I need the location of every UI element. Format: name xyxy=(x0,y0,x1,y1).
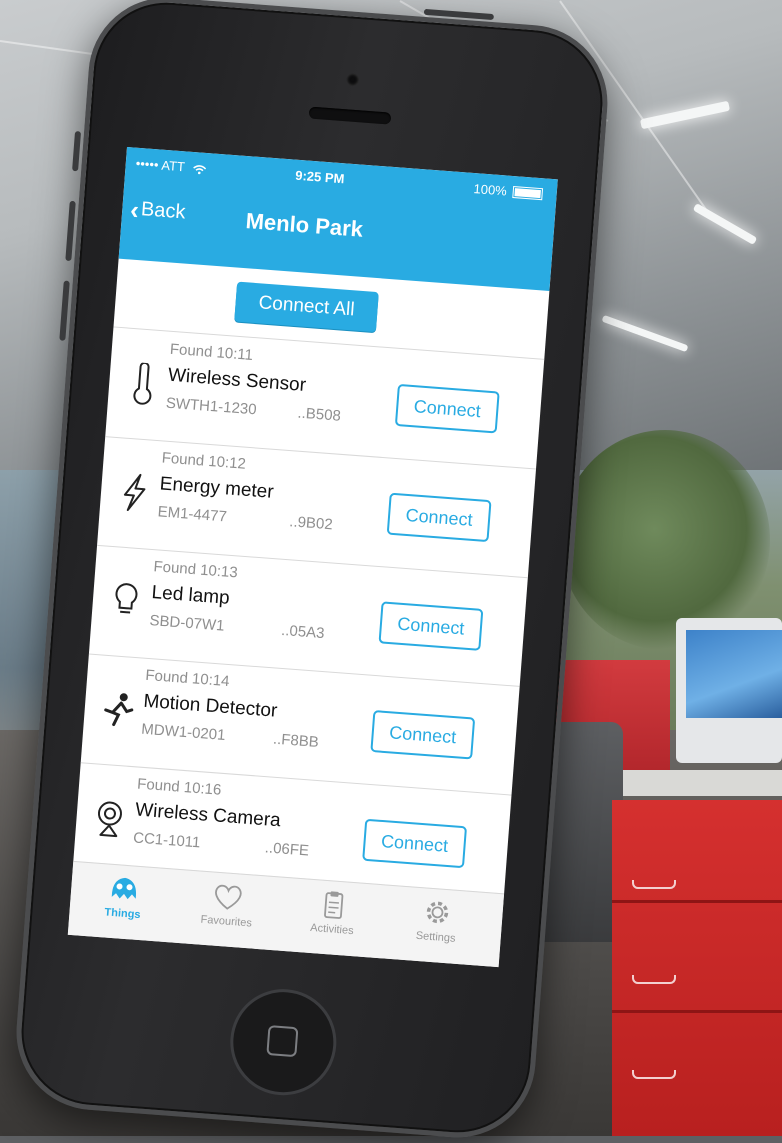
found-time: Found 10:16 xyxy=(136,775,222,799)
tab-label: Settings xyxy=(415,929,456,945)
tab-favourites[interactable]: Favourites xyxy=(181,878,274,931)
lightbulb-icon xyxy=(115,583,138,614)
back-button[interactable]: ‹ Back xyxy=(129,193,187,225)
connect-button[interactable]: Connect xyxy=(386,492,492,543)
tab-settings[interactable]: Settings xyxy=(390,894,483,947)
found-time: Found 10:13 xyxy=(152,558,239,582)
smartphone: ••••• ATT 9:25 PM 100% ‹ Back Menlo Park… xyxy=(10,0,614,1143)
home-square-icon xyxy=(266,1025,299,1058)
found-time: Found 10:14 xyxy=(144,666,231,691)
gear-icon xyxy=(426,901,449,924)
red-cabinet xyxy=(612,800,782,1136)
device-list: Found 10:11 Wireless Sensor SWTH1-1230 .… xyxy=(72,328,545,905)
device-model: EM1-4477 xyxy=(157,503,228,526)
device-name: Wireless Sensor xyxy=(167,364,307,397)
device-name: Wireless Camera xyxy=(134,799,282,832)
drawer-handle xyxy=(632,880,676,889)
connect-button[interactable]: Connect xyxy=(394,383,500,434)
device-model: SBD-07W1 xyxy=(148,611,226,635)
heart-icon xyxy=(215,884,242,910)
battery-icon xyxy=(512,185,544,200)
device-mac: ..9B02 xyxy=(288,513,334,534)
device-name: Led lamp xyxy=(150,582,231,609)
drawer-divider xyxy=(612,900,782,903)
device-mac: ..F8BB xyxy=(272,730,320,751)
tab-label: Favourites xyxy=(200,913,253,930)
tree-outside xyxy=(560,430,770,650)
tab-things[interactable]: Things xyxy=(77,871,170,924)
carrier-label: ••••• ATT xyxy=(135,156,207,176)
connect-all-button[interactable]: Connect All xyxy=(234,281,379,333)
tab-activities[interactable]: Activities xyxy=(287,886,380,939)
device-mac: ..06FE xyxy=(264,839,310,860)
desktop-screen xyxy=(686,630,782,718)
thermometer-icon xyxy=(133,361,152,405)
device-mac: ..05A3 xyxy=(280,621,326,643)
battery-percent: 100% xyxy=(473,181,508,199)
app-screen: ••••• ATT 9:25 PM 100% ‹ Back Menlo Park… xyxy=(67,146,558,968)
device-name: Energy meter xyxy=(159,473,275,503)
device-model: MDW1-0201 xyxy=(140,720,227,744)
clipboard-icon xyxy=(324,891,344,919)
page-title: Menlo Park xyxy=(244,208,364,242)
device-model: SWTH1-1230 xyxy=(165,394,258,419)
drawer-handle xyxy=(632,1070,676,1079)
drawer-divider xyxy=(612,1010,782,1013)
lightning-icon xyxy=(123,473,146,512)
carrier-text: ••••• ATT xyxy=(135,155,186,175)
connect-button[interactable]: Connect xyxy=(370,710,476,760)
connect-button[interactable]: Connect xyxy=(362,818,468,869)
battery-indicator: 100% xyxy=(473,181,544,201)
back-label: Back xyxy=(140,198,187,224)
device-mac: ..B508 xyxy=(296,404,342,425)
found-time: Found 10:12 xyxy=(161,449,247,473)
device-model: CC1-1011 xyxy=(132,829,201,852)
webcam-icon xyxy=(97,801,122,838)
drawer-handle xyxy=(632,975,676,984)
chevron-left-icon: ‹ xyxy=(129,193,141,225)
tab-label: Activities xyxy=(309,921,355,938)
things-robot-icon xyxy=(111,877,137,900)
connect-button[interactable]: Connect xyxy=(378,601,484,651)
wifi-icon xyxy=(192,164,206,174)
running-person-icon xyxy=(104,693,134,727)
device-name: Motion Detector xyxy=(142,690,279,722)
found-time: Found 10:11 xyxy=(169,340,254,364)
status-time: 9:25 PM xyxy=(294,167,345,187)
tab-label: Things xyxy=(104,906,141,922)
